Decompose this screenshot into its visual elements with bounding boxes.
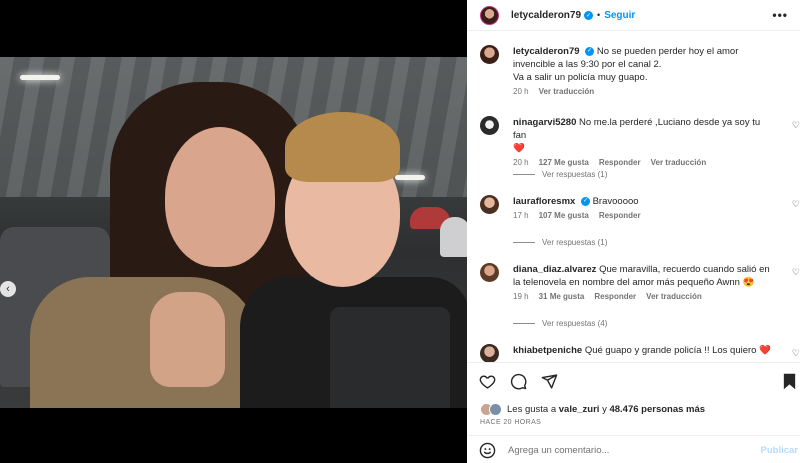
- caption-username[interactable]: letycalderon79: [513, 46, 580, 57]
- caption-text: letycalderon79 ✓ No se pueden perder hoy…: [513, 45, 790, 84]
- caption-time: 20 h: [513, 87, 529, 96]
- photo-thumb: [150, 292, 225, 387]
- verified-badge-icon: ✓: [584, 10, 594, 20]
- comment-time: 19 h: [513, 292, 529, 301]
- verified-badge-icon: ✓: [585, 46, 595, 56]
- see-translation-link[interactable]: Ver traducción: [539, 87, 595, 96]
- comment-body: Qué guapo y grande policía !! Los quiero: [584, 345, 757, 356]
- post-username[interactable]: letycalderon79: [511, 10, 581, 21]
- replies-line: [513, 242, 535, 243]
- post-caption: letycalderon79 ✓ No se pueden perder hoy…: [480, 45, 790, 96]
- like-comment-heart-icon[interactable]: ♡: [792, 348, 800, 359]
- avatar[interactable]: [480, 195, 499, 214]
- caption-meta: 20 h Ver traducción: [513, 87, 790, 96]
- avatar[interactable]: [480, 116, 499, 135]
- comment-time: 20 h: [513, 158, 529, 167]
- avatar[interactable]: [480, 263, 499, 282]
- comment-username[interactable]: ninagarvi5280: [513, 117, 576, 128]
- avatar: [489, 403, 502, 416]
- avatar[interactable]: [480, 344, 499, 362]
- comment-text: khiabetpeniche Qué guapo y grande policí…: [513, 344, 790, 357]
- heart-emoji: ❤️: [759, 345, 771, 356]
- post-time[interactable]: HACE 20 HORAS: [480, 419, 541, 426]
- heart-emoji: ❤️: [513, 143, 525, 154]
- more-options-icon[interactable]: •••: [772, 8, 788, 22]
- comment-likes[interactable]: 31 Me gusta: [539, 292, 585, 301]
- like-heart-icon[interactable]: [479, 373, 496, 390]
- comment-username[interactable]: diana_diaz.alvarez: [513, 264, 596, 275]
- photo-vest: [330, 307, 450, 408]
- photo-man-hair: [285, 112, 400, 182]
- view-replies-button[interactable]: Ver respuestas (1): [513, 170, 607, 179]
- view-replies-button[interactable]: Ver respuestas (4): [513, 319, 607, 328]
- comment-bubble-icon[interactable]: [510, 373, 527, 390]
- photo-lamp: [395, 175, 425, 180]
- photo-woman-face: [165, 127, 275, 267]
- share-send-icon[interactable]: [541, 373, 558, 390]
- comment-item: khiabetpeniche Qué guapo y grande policí…: [480, 344, 800, 362]
- add-comment-bar: Publicar: [467, 435, 800, 463]
- follow-button[interactable]: Seguir: [604, 10, 635, 21]
- photo-lamp: [20, 75, 60, 80]
- replies-label: Ver respuestas (1): [542, 170, 608, 179]
- add-comment-input[interactable]: [508, 444, 738, 456]
- emoji-smiley-icon[interactable]: [479, 442, 496, 459]
- verified-badge-icon: ✓: [580, 196, 590, 206]
- likes-summary[interactable]: Les gusta a vale_zuri y 48.476 personas …: [480, 403, 705, 416]
- like-comment-heart-icon[interactable]: ♡: [792, 267, 800, 278]
- comment-body: Bravooooo: [592, 196, 639, 207]
- replies-line: [513, 323, 535, 324]
- photo-car: [440, 217, 467, 257]
- comment-likes[interactable]: 127 Me gusta: [539, 158, 589, 167]
- post-actions: Les gusta a vale_zuri y 48.476 personas …: [467, 362, 800, 463]
- media-pane: ‹: [0, 0, 467, 463]
- comment-likes[interactable]: 107 Me gusta: [539, 211, 589, 220]
- avatar[interactable]: [480, 5, 499, 25]
- comment-text: laurafloresmx ✓ Bravooooo: [513, 195, 790, 208]
- bookmark-icon[interactable]: [782, 373, 797, 392]
- liked-by-prefix: Les gusta a: [507, 404, 557, 415]
- comment-text: ninagarvi5280 No me.la perderé ,Luciano …: [513, 116, 790, 155]
- comment-meta: 17 h 107 Me gusta Responder: [513, 211, 790, 220]
- photo-woman-coat: [30, 277, 260, 408]
- replies-line: [513, 174, 535, 175]
- reply-button[interactable]: Responder: [599, 211, 641, 220]
- comment-item: laurafloresmx ✓ Bravooooo 17 h 107 Me gu…: [480, 195, 800, 220]
- comment-username[interactable]: khiabetpeniche: [513, 345, 582, 356]
- caption-line2: Va a salir un policía muy guapo.: [513, 72, 648, 83]
- post-side-pane: letycalderon79 ✓ • Seguir ••• letycalder…: [467, 0, 800, 463]
- comments-list[interactable]: letycalderon79 ✓ No se pueden perder hoy…: [467, 32, 800, 362]
- see-translation-link[interactable]: Ver traducción: [651, 158, 707, 167]
- reply-button[interactable]: Responder: [594, 292, 636, 301]
- comment-item: diana_diaz.alvarez Que maravilla, recuer…: [480, 263, 800, 301]
- like-comment-heart-icon[interactable]: ♡: [792, 199, 800, 210]
- liked-by-user[interactable]: vale_zuri: [559, 404, 600, 415]
- chevron-left-icon[interactable]: ‹: [0, 281, 16, 297]
- liked-by-rest[interactable]: 48.476 personas más: [609, 404, 705, 415]
- comment-meta: 20 h 127 Me gusta Responder Ver traducci…: [513, 158, 790, 167]
- action-icons: [479, 373, 558, 390]
- comment-item: ninagarvi5280 No me.la perderé ,Luciano …: [480, 116, 800, 167]
- comment-meta: 19 h 31 Me gusta Responder Ver traducció…: [513, 292, 790, 301]
- reply-button[interactable]: Responder: [599, 158, 641, 167]
- replies-label: Ver respuestas (4): [542, 319, 608, 328]
- post-header: letycalderon79 ✓ • Seguir •••: [467, 0, 800, 31]
- post-photo[interactable]: ‹: [0, 57, 467, 408]
- avatar[interactable]: [480, 45, 499, 64]
- heart-eyes-emoji: 😍: [742, 277, 755, 288]
- comment-text: diana_diaz.alvarez Que maravilla, recuer…: [513, 263, 790, 289]
- view-replies-button[interactable]: Ver respuestas (1): [513, 238, 607, 247]
- comment-time: 17 h: [513, 211, 529, 220]
- see-translation-link[interactable]: Ver traducción: [646, 292, 702, 301]
- replies-label: Ver respuestas (1): [542, 238, 608, 247]
- like-comment-heart-icon[interactable]: ♡: [792, 120, 800, 131]
- comment-username[interactable]: laurafloresmx: [513, 196, 575, 207]
- liked-by-join: y: [602, 404, 607, 415]
- separator-dot: •: [597, 10, 601, 20]
- publish-button[interactable]: Publicar: [761, 445, 799, 456]
